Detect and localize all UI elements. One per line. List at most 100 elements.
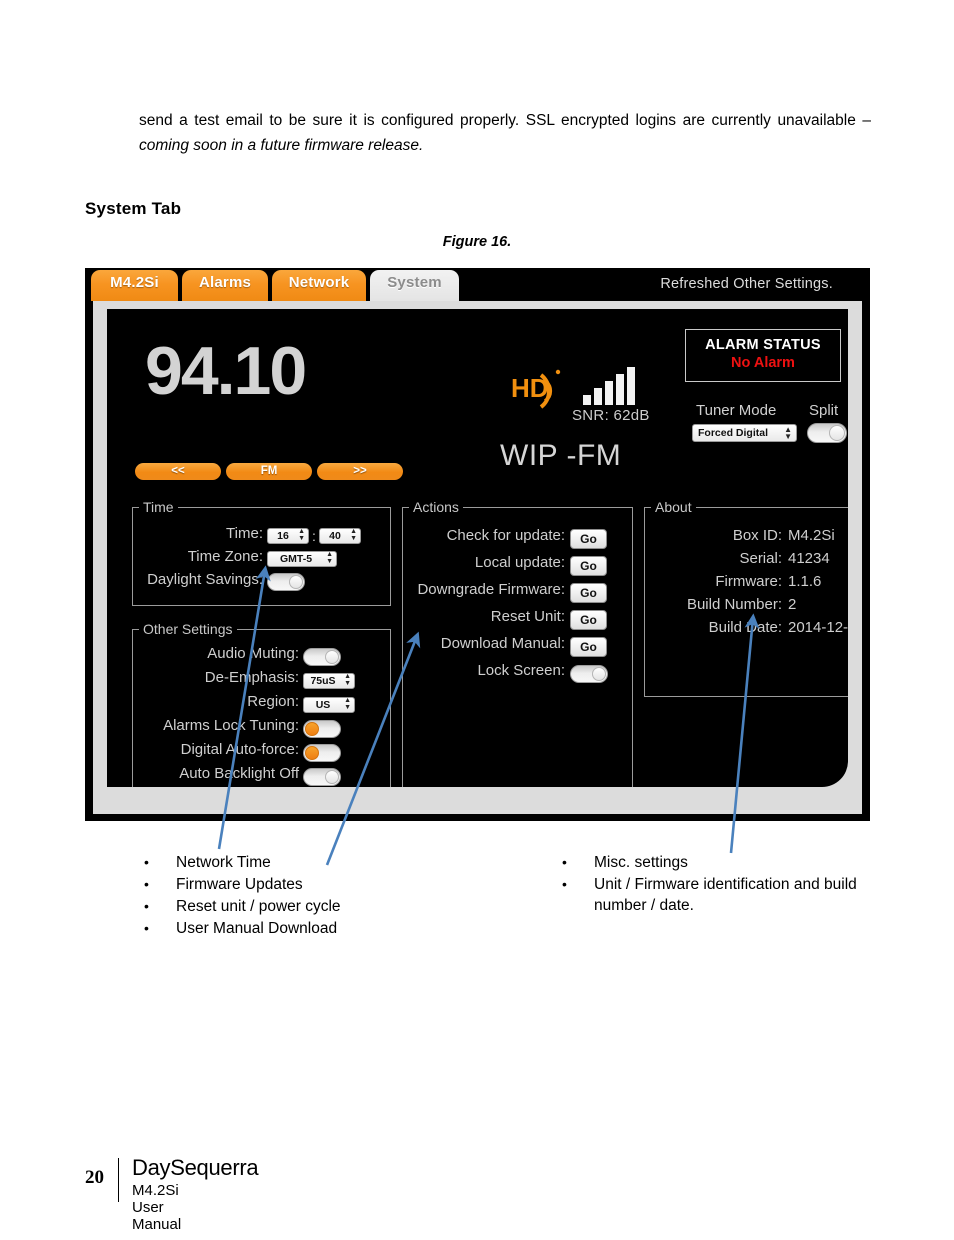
stepper-arrows-icon: ▲ ▼ [350, 528, 357, 542]
downgrade-firmware-row: Downgrade Firmware: Go [403, 576, 632, 603]
region-row: Region: US ▲ ▼ [133, 690, 390, 714]
stepper-arrows-icon: ▲ ▼ [344, 697, 351, 711]
list-item-label: Network Time [176, 854, 271, 871]
daylight-savings-label: Daylight Savings: [147, 571, 263, 588]
left-annotation-list: • Network Time • Firmware Updates • Reset u… [140, 852, 480, 940]
alarm-status-box: ALARM STATUS No Alarm [685, 329, 841, 382]
toggle-knob [592, 667, 606, 682]
downgrade-firmware-go-button[interactable]: Go [570, 583, 607, 603]
paragraph-italic-text: coming soon in a future firmware release… [139, 137, 424, 154]
audio-muting-toggle[interactable] [303, 648, 341, 667]
device-screenshot: M4.2Si Alarms Network System Refreshed O… [85, 268, 870, 821]
toggle-knob [325, 770, 339, 785]
hours-value: 16 [277, 530, 289, 543]
tuning-button-row: << FM >> [135, 461, 408, 480]
list-item-label: Reset unit / power cycle [176, 898, 341, 915]
reset-unit-row: Reset Unit: Go [403, 603, 632, 630]
box-id-value: M4.2Si [788, 527, 835, 544]
split-toggle[interactable] [807, 423, 847, 443]
auto-backlight-off-row: Auto Backlight Off [133, 762, 390, 787]
about-panel-legend: About [651, 499, 696, 515]
daylight-savings-controls [267, 570, 305, 593]
brand-name: DaySequerra [132, 1155, 259, 1180]
de-emphasis-row: De-Emphasis: 75uS ▲ ▼ [133, 666, 390, 690]
daylight-savings-toggle[interactable] [267, 573, 305, 592]
bullet-icon: • [144, 920, 149, 936]
right-annotation-list: • Misc. settings • Unit / Firmware identif… [558, 852, 878, 917]
status-message: Refreshed Other Settings. [660, 276, 833, 292]
time-controls: 16 ▲ ▼:40 ▲ ▼ [267, 524, 361, 548]
signal-strength-icon [583, 367, 643, 405]
list-item: • User Manual Download [140, 918, 480, 939]
de-emphasis-label: De-Emphasis: [204, 669, 299, 686]
list-item-label: Unit / Firmware identification and build… [594, 876, 857, 914]
hours-stepper[interactable]: 16 ▲ ▼ [267, 528, 309, 545]
stepper-arrows-icon: ▲ ▼ [326, 551, 333, 565]
section-heading: System Tab [85, 199, 182, 218]
serial-value: 41234 [788, 550, 830, 567]
footer-divider [118, 1158, 119, 1202]
toggle-knob [305, 746, 319, 761]
time-row: Time: 16 ▲ ▼:40 ▲ ▼ [133, 522, 390, 545]
device-bezel: 94.10 << FM >> HD SNR: 62dB WIP -FM ALARM … [93, 301, 862, 814]
bullet-icon: • [144, 898, 149, 914]
list-item: • Misc. settings [558, 852, 878, 873]
build-number-label: Build Number: [686, 596, 782, 613]
alarm-status-title: ALARM STATUS [705, 337, 821, 353]
timezone-select[interactable]: GMT-5 ▲ ▼ [267, 551, 337, 568]
downgrade-firmware-label: Downgrade Firmware: [417, 581, 565, 598]
check-for-update-row: Check for update: Go [403, 522, 632, 549]
other-settings-panel: Other Settings Audio Muting: De-Emphasis… [132, 621, 391, 787]
list-item-label: Firmware Updates [176, 876, 303, 893]
lock-screen-label: Lock Screen: [477, 662, 565, 679]
figure-caption: Figure 16. [442, 234, 512, 250]
manual-title: M4.2Si User Manual [132, 1182, 182, 1233]
check-for-update-label: Check for update: [446, 527, 565, 544]
tab-network[interactable]: Network [272, 270, 366, 301]
list-item-label: Misc. settings [594, 854, 688, 871]
body-paragraph: send a test email to be sure it is confi… [139, 108, 871, 158]
local-update-go-button[interactable]: Go [570, 556, 607, 576]
audio-muting-row: Audio Muting: [133, 642, 390, 667]
toggle-knob [289, 575, 303, 590]
band-button[interactable]: FM [226, 463, 312, 480]
timezone-controls: GMT-5 ▲ ▼ [267, 547, 337, 570]
time-panel-legend: Time [139, 499, 178, 515]
split-label: Split [809, 402, 839, 419]
tuner-mode-label: Tuner Mode [696, 402, 777, 419]
reset-unit-go-button[interactable]: Go [570, 610, 607, 630]
tab-system[interactable]: System [370, 270, 459, 301]
digital-auto-force-label: Digital Auto-force: [180, 741, 299, 758]
tuner-mode-select[interactable]: Forced Digital ▲ ▼ [692, 424, 797, 442]
download-manual-row: Download Manual: Go [403, 630, 632, 657]
de-emphasis-select[interactable]: 75uS ▲ ▼ [303, 673, 355, 690]
other-settings-legend: Other Settings [139, 621, 237, 637]
bullet-icon: • [562, 854, 567, 870]
digital-auto-force-row: Digital Auto-force: [133, 738, 390, 763]
station-callsign: WIP -FM [500, 439, 622, 472]
tab-m42si[interactable]: M4.2Si [91, 270, 178, 301]
lock-screen-toggle[interactable] [570, 665, 608, 684]
list-item: • Network Time [140, 852, 480, 873]
alarms-lock-tuning-toggle[interactable] [303, 720, 341, 739]
timezone-label: Time Zone: [187, 548, 263, 565]
tab-alarms[interactable]: Alarms [182, 270, 268, 301]
alarms-lock-tuning-label: Alarms Lock Tuning: [163, 717, 299, 734]
time-label: Time: [226, 525, 263, 542]
build-date-label: Build Date: [708, 619, 782, 636]
auto-backlight-off-toggle[interactable] [303, 768, 341, 787]
alarm-status-value: No Alarm [731, 355, 795, 371]
region-select[interactable]: US ▲ ▼ [303, 697, 355, 714]
tune-up-button[interactable]: >> [317, 463, 403, 480]
frequency-display: 94.10 [145, 333, 307, 409]
check-for-update-go-button[interactable]: Go [570, 529, 607, 549]
about-panel: About Box ID: M4.2Si Serial: 41234 Firmw… [644, 499, 848, 697]
download-manual-go-button[interactable]: Go [570, 637, 607, 657]
actions-panel: Actions Check for update: Go Local updat… [402, 499, 633, 787]
tune-down-button[interactable]: << [135, 463, 221, 480]
digital-auto-force-toggle[interactable] [303, 744, 341, 763]
box-id-row: Box ID: M4.2Si [645, 524, 848, 547]
minutes-stepper[interactable]: 40 ▲ ▼ [319, 528, 361, 545]
toggle-knob [829, 425, 845, 441]
bullet-icon: • [144, 876, 149, 892]
